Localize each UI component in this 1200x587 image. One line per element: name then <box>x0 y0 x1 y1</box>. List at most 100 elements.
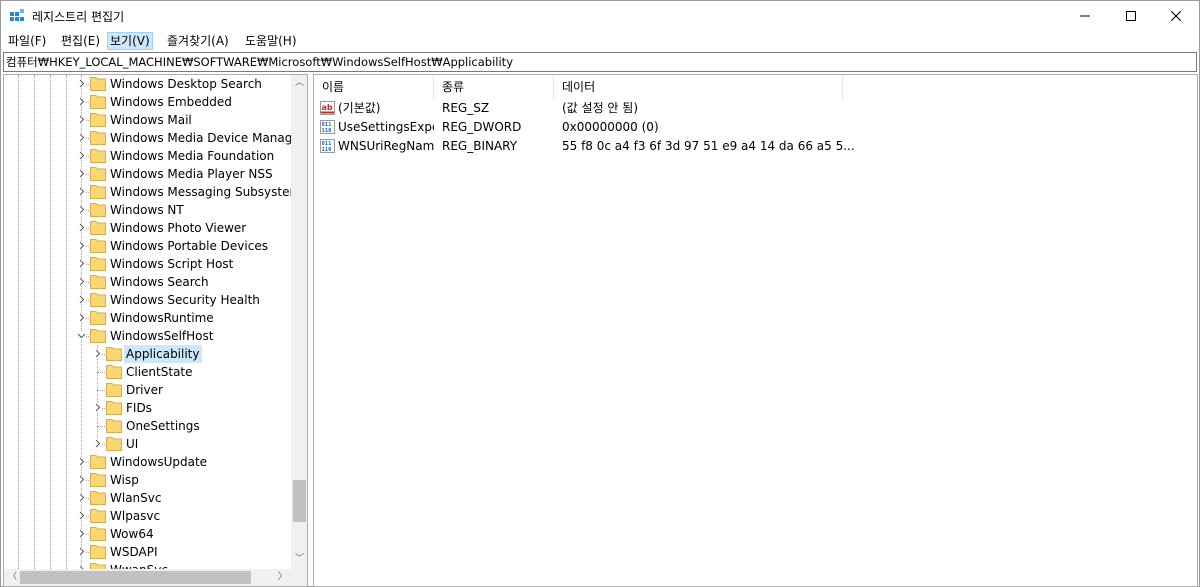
tree-item[interactable]: Wlpasvc <box>4 507 294 525</box>
chevron-right-icon[interactable] <box>77 115 86 124</box>
column-header-type[interactable]: 종류 <box>434 75 554 99</box>
value-type: REG_SZ <box>442 101 490 115</box>
chevron-right-icon[interactable] <box>93 349 102 358</box>
chevron-right-icon[interactable] <box>77 151 86 160</box>
chevron-right-icon[interactable] <box>77 493 86 502</box>
chevron-right-icon[interactable] <box>93 439 102 448</box>
chevron-right-icon[interactable] <box>77 313 86 322</box>
chevron-right-icon[interactable] <box>77 511 86 520</box>
tree-item[interactable]: Windows Portable Devices <box>4 237 294 255</box>
value-type: REG_DWORD <box>442 120 522 134</box>
tree-item[interactable]: Wow64 <box>4 525 294 543</box>
tree-item-label: WindowsUpdate <box>110 455 208 469</box>
menu-view[interactable]: 보기(V) <box>107 32 153 50</box>
tree-item[interactable]: Windows Media Player NSS <box>4 165 294 183</box>
tree-item-label: Applicability <box>124 345 202 363</box>
chevron-right-icon[interactable] <box>77 547 86 556</box>
tree-item[interactable]: Driver <box>4 381 294 399</box>
folder-icon <box>90 185 106 199</box>
folder-icon <box>106 437 122 451</box>
folder-icon <box>90 77 106 91</box>
tree-item[interactable]: Windows Mail <box>4 111 294 129</box>
chevron-right-icon[interactable] <box>77 529 86 538</box>
tree-item[interactable]: Wisp <box>4 471 294 489</box>
tree-item-label: Windows Script Host <box>110 257 234 271</box>
tree-horizontal-scrollbar[interactable]: 〈 〉 <box>4 569 291 586</box>
folder-icon <box>106 365 122 379</box>
close-button[interactable] <box>1153 1 1199 31</box>
menu-help[interactable]: 도움말(H) <box>243 32 299 50</box>
tree-item[interactable]: Windows Desktop Search <box>4 75 294 93</box>
tree-item[interactable]: WlanSvc <box>4 489 294 507</box>
menu-file[interactable]: 파일(F) <box>6 32 48 50</box>
tree-item-label: WSDAPI <box>110 545 158 559</box>
scroll-down-arrow-icon[interactable]: ﹀ <box>295 555 304 564</box>
minimize-button[interactable] <box>1062 1 1108 31</box>
address-bar[interactable]: 컴퓨터₩HKEY_LOCAL_MACHINE₩SOFTWARE₩Microsof… <box>3 52 1197 72</box>
chevron-down-icon[interactable] <box>77 331 86 340</box>
folder-icon <box>90 203 106 217</box>
menu-edit[interactable]: 편집(E) <box>59 32 102 50</box>
tree-item[interactable]: Windows Search <box>4 273 294 291</box>
tree-item[interactable]: ClientState <box>4 363 294 381</box>
tree-item-label: Wlpasvc <box>110 509 161 523</box>
tree-item[interactable]: Windows Media Device Manager <box>4 129 305 147</box>
tree-item-label: ClientState <box>126 365 193 379</box>
chevron-right-icon[interactable] <box>77 295 86 304</box>
tree-item-label: Wisp <box>110 473 139 487</box>
chevron-right-icon[interactable] <box>93 403 102 412</box>
tree-item[interactable]: WSDAPI <box>4 543 294 561</box>
chevron-right-icon[interactable] <box>77 133 86 142</box>
chevron-right-icon[interactable] <box>77 475 86 484</box>
column-header-name[interactable]: 이름 <box>314 75 434 99</box>
chevron-right-icon[interactable] <box>77 97 86 106</box>
menu-favorites[interactable]: 즐겨찾기(A) <box>165 32 231 50</box>
tree-item[interactable]: Windows Script Host <box>4 255 294 273</box>
close-icon <box>1171 11 1181 21</box>
chevron-right-icon[interactable] <box>77 187 86 196</box>
chevron-right-icon[interactable] <box>77 223 86 232</box>
tree-item[interactable]: Windows Media Foundation <box>4 147 294 165</box>
tree-item[interactable]: UI <box>4 435 294 453</box>
tree-item-label: Windows Desktop Search <box>110 77 262 91</box>
tree-horizontal-scroll-thumb[interactable] <box>20 571 251 584</box>
tree-item-label: FIDs <box>126 401 152 415</box>
maximize-button[interactable] <box>1108 1 1154 31</box>
tree-vertical-scroll-thumb[interactable] <box>293 480 306 522</box>
tree-item[interactable]: WindowsUpdate <box>4 453 294 471</box>
tree-item[interactable]: Windows Embedded <box>4 93 294 111</box>
chevron-right-icon[interactable] <box>77 457 86 466</box>
chevron-right-icon[interactable] <box>77 259 86 268</box>
value-row[interactable]: 011110UseSettingsExpe... REG_DWORD 0x00000… <box>314 118 1194 137</box>
tree-item[interactable]: WindowsRuntime <box>4 309 294 327</box>
tree-item[interactable]: Windows Photo Viewer <box>4 219 294 237</box>
chevron-right-icon[interactable] <box>77 79 86 88</box>
folder-icon <box>90 545 106 559</box>
tree-item[interactable]: WindowsSelfHost <box>4 327 294 345</box>
tree-item[interactable]: Applicability <box>4 345 294 363</box>
tree-item[interactable]: Windows Messaging Subsystem <box>4 183 301 201</box>
value-row[interactable]: 011 110 WNSUriRegName REG_BINARY 55 f8 0c a4… <box>314 137 1194 156</box>
tree-item-label: WlanSvc <box>110 491 162 505</box>
svg-text:ab: ab <box>322 103 333 112</box>
tree-item-label: WindowsRuntime <box>110 311 214 325</box>
tree-item-label: Windows Photo Viewer <box>110 221 247 235</box>
scroll-up-arrow-icon[interactable]: ︿ <box>295 79 304 88</box>
key-tree-pane: Windows Desktop Search Windows Embedded Wi… <box>3 74 308 587</box>
column-header-data[interactable]: 데이터 <box>554 75 843 99</box>
registry-editor-icon <box>10 9 24 21</box>
tree-item[interactable]: FIDs <box>4 399 294 417</box>
tree-item[interactable]: Windows Security Health <box>4 291 294 309</box>
chevron-right-icon[interactable] <box>77 277 86 286</box>
tree-vertical-scrollbar[interactable]: ︿ ﹀ <box>291 75 307 569</box>
value-row[interactable]: ab (기본값) REG_SZ (값 설정 안 됨) <box>314 99 1194 118</box>
chevron-right-icon[interactable] <box>77 169 86 178</box>
chevron-right-icon[interactable] <box>77 205 86 214</box>
chevron-right-icon[interactable] <box>77 241 86 250</box>
scroll-left-arrow-icon[interactable]: 〈 <box>8 573 17 582</box>
tree-item[interactable]: OneSettings <box>4 417 294 435</box>
folder-icon <box>90 167 106 181</box>
tree-item[interactable]: Windows NT <box>4 201 294 219</box>
svg-text:110: 110 <box>322 128 332 134</box>
scroll-right-arrow-icon[interactable]: 〉 <box>278 573 287 582</box>
